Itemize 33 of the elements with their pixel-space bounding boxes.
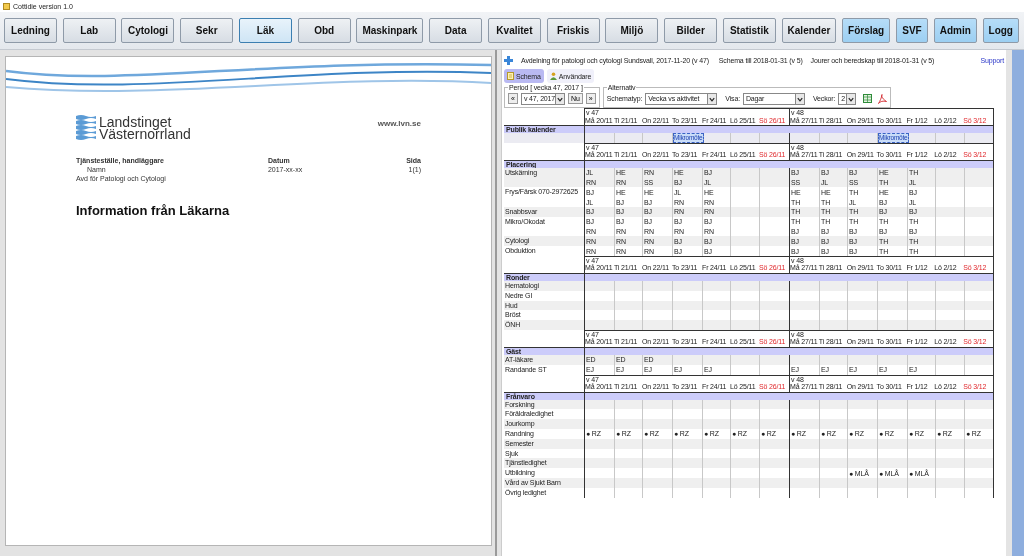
toolbar-button[interactable]: Läk xyxy=(238,18,292,43)
toolbar-button[interactable]: Friskis xyxy=(546,18,600,43)
toolbar-button[interactable]: Miljö xyxy=(605,18,659,43)
document-heading: Information från Läkarna xyxy=(76,203,231,218)
caret-icon xyxy=(794,93,804,104)
toolbar-button[interactable]: Statistik xyxy=(722,18,776,43)
plus-icon xyxy=(504,56,513,65)
toolbar-button[interactable]: Obd xyxy=(297,18,351,43)
toolbar-button[interactable]: Kalender xyxy=(781,18,837,43)
organization-name: Landstinget xyxy=(99,115,172,128)
logo-icon xyxy=(76,114,96,141)
toolbar-button[interactable]: Bilder xyxy=(664,18,718,43)
caret-icon xyxy=(555,93,565,104)
notepad-icon xyxy=(507,72,514,80)
toolbar-button[interactable]: Sekr xyxy=(180,18,234,43)
toolbar-button[interactable]: Data xyxy=(429,18,483,43)
spreadsheet-icon[interactable] xyxy=(863,94,873,103)
toolbar-button[interactable]: Logg xyxy=(982,18,1019,43)
toolbar-button[interactable]: Lab xyxy=(62,18,116,43)
pdf-icon[interactable] xyxy=(878,93,888,104)
toolbar-button[interactable]: Förslag xyxy=(842,18,891,43)
caret-icon xyxy=(707,93,717,104)
website-text: www.lvn.se xyxy=(377,119,421,128)
toolbar-button[interactable]: Maskinpark xyxy=(356,18,424,43)
caret-icon xyxy=(846,93,856,104)
person-icon xyxy=(549,72,557,80)
app-icon xyxy=(3,2,10,10)
toolbar-button[interactable]: SVF xyxy=(895,18,928,43)
toolbar-button[interactable]: Ledning xyxy=(4,18,57,43)
toolbar-button[interactable]: Admin xyxy=(933,18,977,43)
toolbar-button[interactable]: Cytologi xyxy=(121,18,175,43)
organization-name: Västernorrland xyxy=(99,127,191,140)
toolbar-button[interactable]: Kvalitet xyxy=(487,18,541,43)
